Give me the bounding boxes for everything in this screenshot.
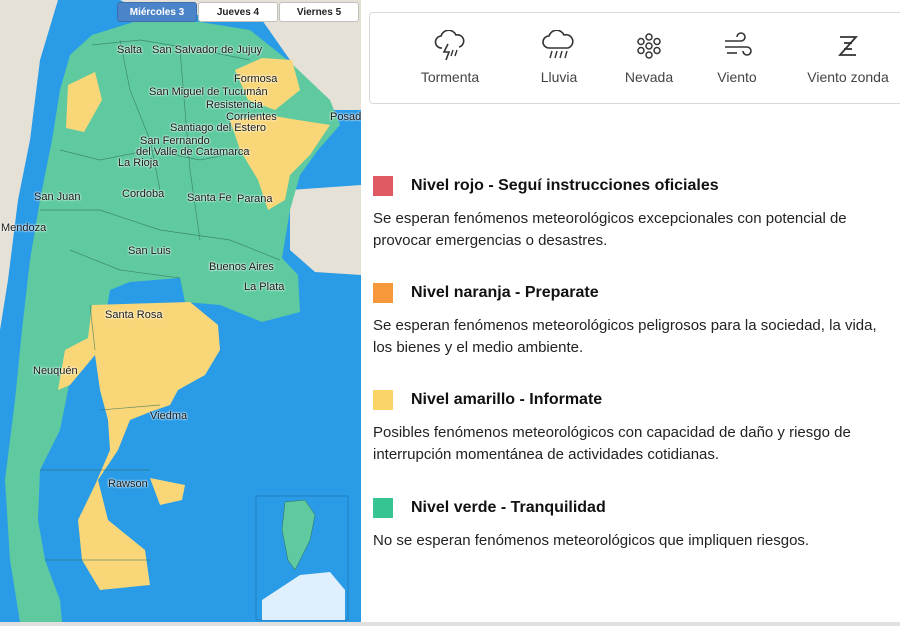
legend-label: Lluvia bbox=[540, 69, 578, 85]
city-label: San Salvador de Jujuy bbox=[152, 44, 263, 56]
city-label: Formosa bbox=[234, 73, 278, 85]
rain-icon bbox=[542, 30, 574, 59]
legend-label: Tormenta bbox=[420, 69, 480, 85]
city-label: San Miguel de Tucumán bbox=[149, 86, 268, 98]
city-label: La Plata bbox=[244, 281, 285, 293]
city-label: Viedma bbox=[150, 410, 188, 422]
city-label: San Luis bbox=[128, 245, 171, 257]
city-label: La Rioja bbox=[118, 157, 159, 169]
legend-label: Nevada bbox=[624, 69, 674, 85]
yellow-zone-patagonia bbox=[58, 302, 220, 590]
zonda-icon bbox=[837, 36, 859, 56]
legend-item-viento-zonda[interactable]: Viento zonda bbox=[792, 13, 900, 105]
level-description: No se esperan fenómenos meteorológicos q… bbox=[373, 532, 810, 549]
day-tab-3[interactable]: Viernes 5 bbox=[279, 2, 359, 22]
snowflake-icon bbox=[637, 33, 661, 59]
level-swatch bbox=[373, 498, 393, 518]
city-label: Buenos Aires bbox=[209, 261, 274, 273]
legend-item-lluvia[interactable]: Lluvia bbox=[514, 13, 604, 105]
uruguay-land bbox=[290, 185, 361, 275]
day-tabs: Miércoles 3 Jueves 4 Viernes 5 bbox=[117, 2, 360, 22]
city-label: Parana bbox=[237, 193, 273, 205]
city-label: Posad bbox=[330, 111, 361, 123]
city-label: Neuquén bbox=[33, 365, 78, 377]
level-title: Nivel naranja - Preparate bbox=[411, 284, 599, 301]
legend-item-tormenta[interactable]: Tormenta bbox=[398, 13, 502, 105]
day-tab-1[interactable]: Miércoles 3 bbox=[117, 2, 197, 22]
city-label: Santa Fe bbox=[187, 192, 232, 204]
level-swatch bbox=[373, 283, 393, 303]
day-tab-2[interactable]: Jueves 4 bbox=[198, 2, 278, 22]
level-description: Se esperan fenómenos meteorológicos peli… bbox=[373, 317, 877, 356]
city-label: Salta bbox=[117, 44, 143, 56]
legend-label: Viento bbox=[717, 69, 757, 85]
level-title: Nivel rojo - Seguí instrucciones oficial… bbox=[411, 177, 719, 194]
city-label: Rawson bbox=[108, 478, 148, 490]
level-title: Nivel verde - Tranquilidad bbox=[411, 499, 606, 516]
level-description: Se esperan fenómenos meteorológicos exce… bbox=[373, 210, 847, 249]
yellow-zone-rawson-coast bbox=[150, 478, 185, 505]
wind-icon bbox=[725, 32, 752, 56]
alert-type-legend: Tormenta Lluvia Nevada Viento Viento zon… bbox=[369, 12, 900, 104]
city-label: Santiago del Estero bbox=[170, 122, 267, 134]
city-label: Cordoba bbox=[122, 188, 165, 200]
legend-label: Viento zonda bbox=[807, 69, 889, 85]
alert-map[interactable]: Miércoles 3 Jueves 4 Viernes 5 Salta San… bbox=[0, 0, 361, 622]
city-label: Mendoza bbox=[1, 222, 47, 234]
legend-item-nevada[interactable]: Nevada bbox=[604, 13, 694, 105]
bottom-divider bbox=[0, 622, 900, 626]
level-swatch bbox=[373, 176, 393, 196]
level-swatch bbox=[373, 390, 393, 410]
storm-icon bbox=[434, 30, 465, 61]
city-label: Resistencia bbox=[206, 99, 263, 111]
legend-item-viento[interactable]: Viento bbox=[694, 13, 780, 105]
level-description: Posibles fenómenos meteorológicos con ca… bbox=[373, 424, 851, 463]
city-label: Santa Rosa bbox=[105, 309, 163, 321]
city-label: San Juan bbox=[34, 191, 81, 203]
level-title: Nivel amarillo - Informate bbox=[411, 391, 603, 408]
